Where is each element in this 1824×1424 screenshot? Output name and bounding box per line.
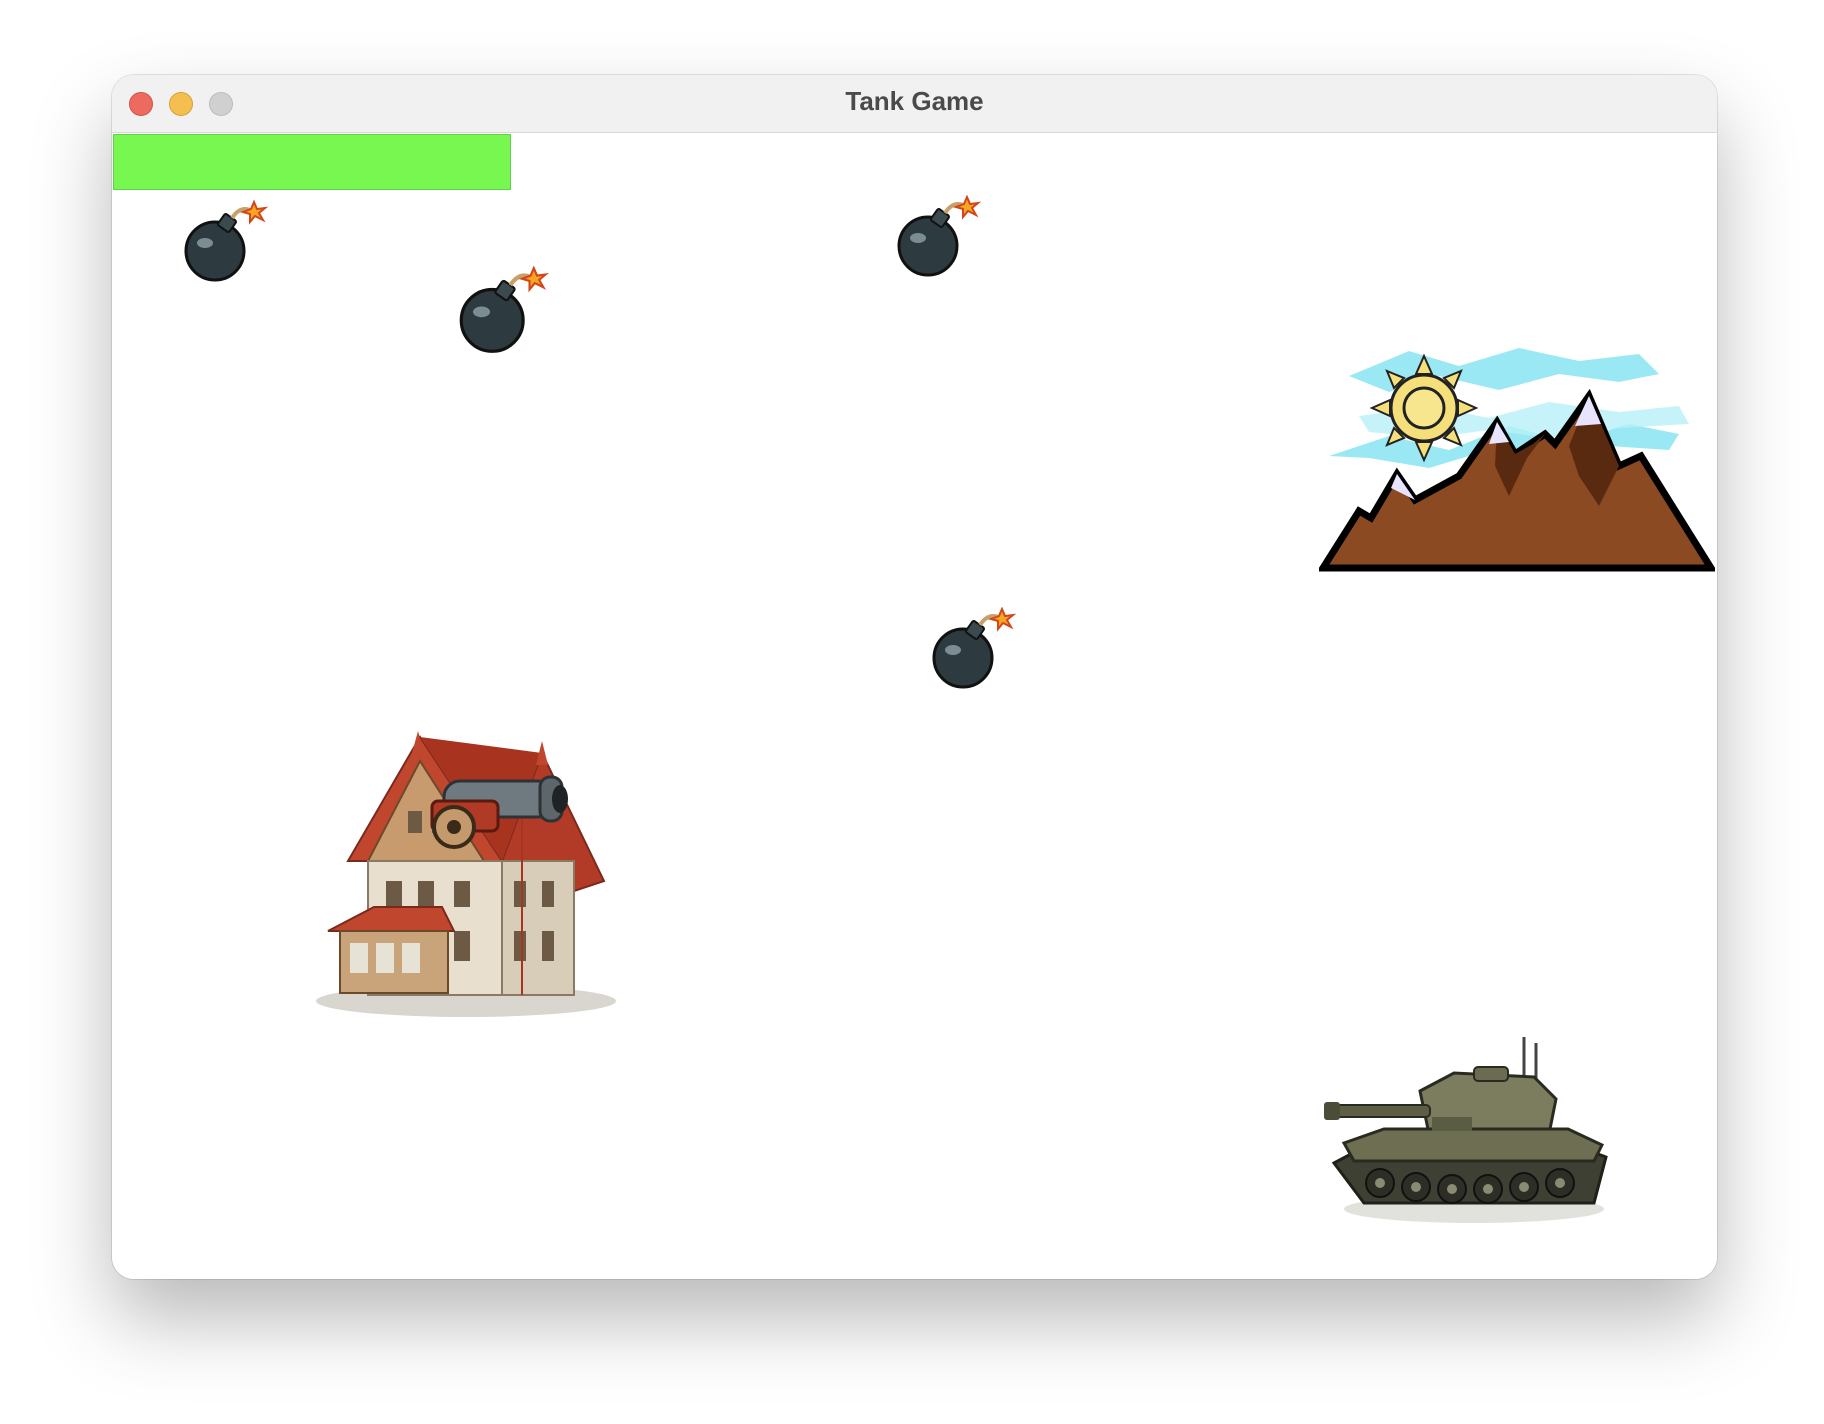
bomb-icon (895, 195, 985, 285)
bomb-icon (182, 200, 272, 290)
game-canvas[interactable] (112, 133, 1717, 1279)
bomb-icon (930, 607, 1020, 697)
health-bar-fill (114, 135, 510, 189)
screen: Tank Game (0, 0, 1824, 1424)
bomb-icon (457, 266, 553, 362)
tank-icon (1324, 1033, 1610, 1233)
health-bar (113, 134, 511, 190)
mountain-sun-icon (1319, 346, 1715, 574)
house-cannon-icon (314, 731, 618, 1019)
game-window: Tank Game (112, 75, 1717, 1279)
title-bar[interactable]: Tank Game (112, 75, 1717, 133)
window-title: Tank Game (845, 86, 984, 116)
